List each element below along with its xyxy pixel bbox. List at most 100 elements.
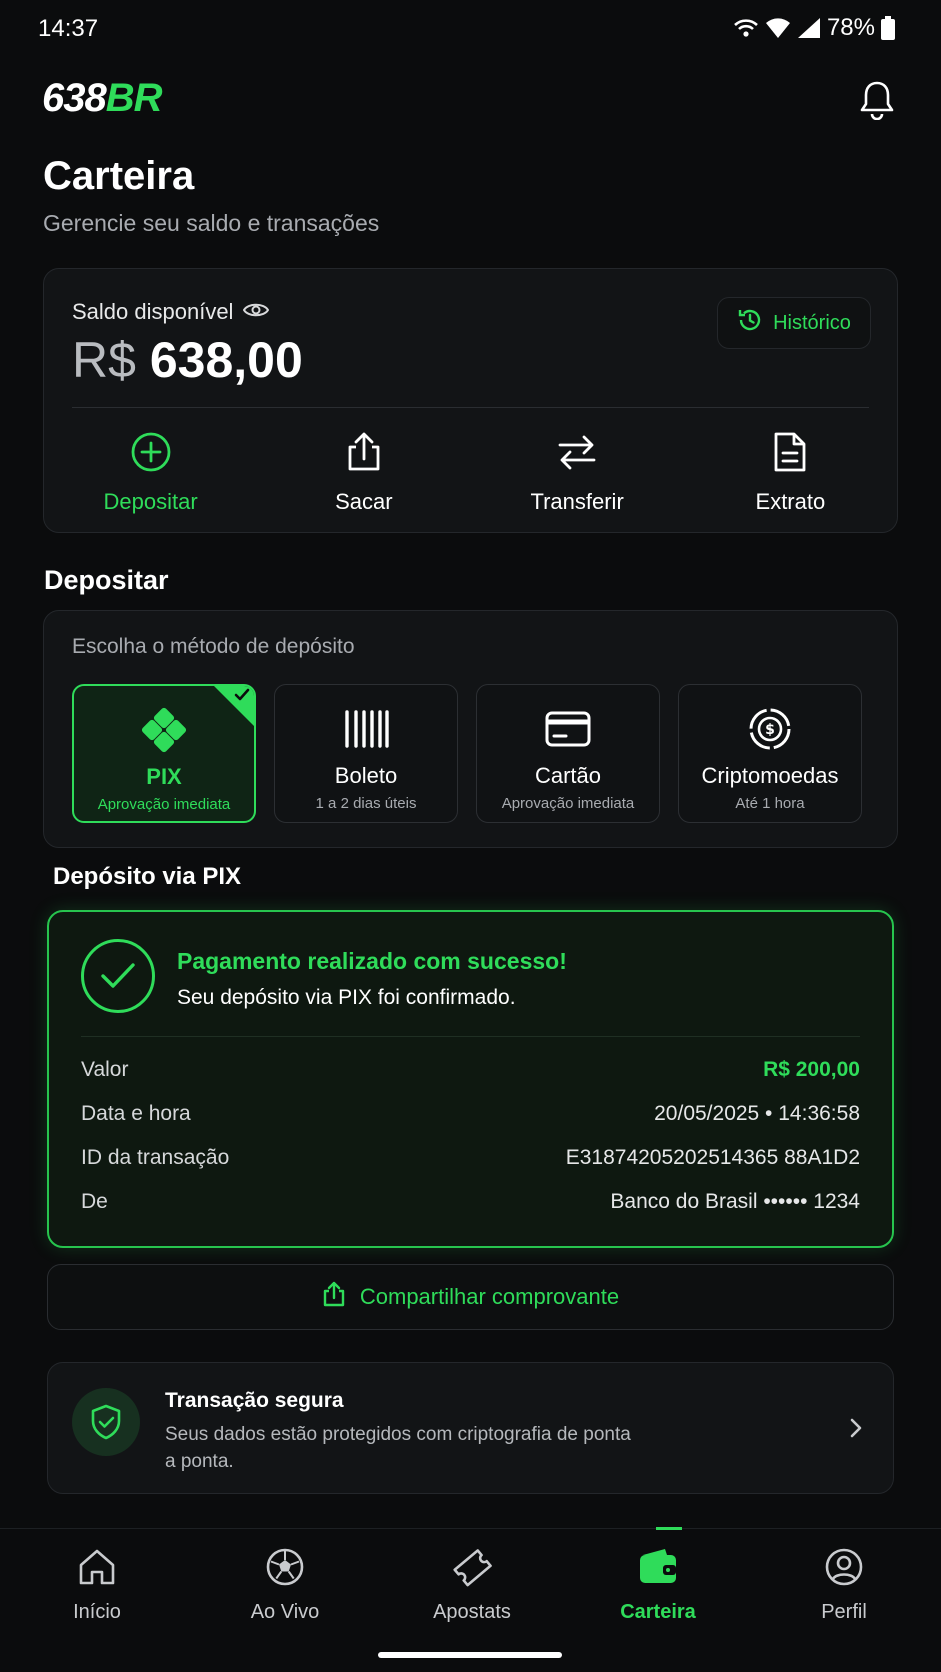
balance-label-row: Saldo disponível bbox=[72, 299, 270, 325]
detail-value: Banco do Brasil •••••• 1234 bbox=[610, 1190, 860, 1213]
status-time: 14:37 bbox=[38, 15, 99, 42]
signal-icon bbox=[797, 17, 821, 39]
history-icon bbox=[737, 307, 763, 339]
battery-percent: 78% bbox=[826, 14, 875, 41]
logo-number: 638 bbox=[42, 76, 107, 120]
user-icon bbox=[824, 1545, 864, 1589]
active-tab-indicator bbox=[656, 1527, 682, 1530]
action-label: Sacar bbox=[335, 489, 393, 514]
secure-text: Seus dados estão protegidos com criptogr… bbox=[165, 1424, 631, 1472]
nav-label: Início bbox=[73, 1601, 121, 1623]
method-name: Cartão bbox=[534, 763, 602, 788]
balance-currency: R$ bbox=[72, 332, 136, 388]
balance-value: 638,00 bbox=[149, 332, 303, 388]
detail-key: Valor bbox=[81, 1058, 129, 1081]
success-title: Pagamento realizado com sucesso! bbox=[177, 948, 567, 974]
check-icon bbox=[233, 687, 251, 708]
deposit-method-hint: Escolha o método de depósito bbox=[72, 635, 355, 658]
nav-item-perfil[interactable]: Perfil bbox=[774, 1545, 914, 1624]
history-label: Histórico bbox=[773, 311, 851, 334]
method-name: Criptomoedas bbox=[701, 763, 839, 788]
success-subtitle: Seu depósito via PIX foi confirmado. bbox=[177, 986, 516, 1009]
action-label: Depositar bbox=[103, 489, 198, 514]
action-label: Transferir bbox=[530, 489, 624, 514]
logo-suffix: BR bbox=[105, 76, 163, 120]
detail-key: ID da transação bbox=[81, 1146, 230, 1169]
detail-row-id: ID da transação E31874205202514365 88A1D… bbox=[81, 1146, 860, 1190]
share-icon bbox=[322, 1281, 346, 1313]
crypto-icon: $ bbox=[747, 707, 793, 751]
pix-success-card: Pagamento realizado com sucesso! Seu dep… bbox=[47, 910, 894, 1248]
transaction-details: Valor R$ 200,00 Data e hora 20/05/2025 •… bbox=[81, 1058, 860, 1234]
history-button[interactable]: Histórico bbox=[717, 297, 871, 349]
nav-item-ao-vivo[interactable]: Ao Vivo bbox=[215, 1545, 355, 1624]
detail-value: E31874205202514365 88A1D2 bbox=[565, 1146, 860, 1169]
secure-transaction-card[interactable]: Transação segura Seus dados estão proteg… bbox=[47, 1362, 894, 1494]
shield-icon bbox=[72, 1388, 140, 1456]
detail-value: 20/05/2025 • 14:36:58 bbox=[654, 1102, 860, 1125]
method-name: PIX bbox=[146, 764, 182, 789]
bell-icon[interactable] bbox=[857, 78, 897, 121]
ticket-icon bbox=[451, 1545, 493, 1589]
chevron-right-icon bbox=[849, 1417, 863, 1444]
action-extrato[interactable]: Extrato bbox=[684, 429, 897, 515]
transfer-arrows-icon bbox=[554, 429, 600, 475]
action-label: Extrato bbox=[755, 489, 826, 514]
method-sub: Aprovação imediata bbox=[97, 796, 231, 813]
bottom-navigation: Início Ao Vivo Apostats Carteira Perfil bbox=[0, 1527, 941, 1672]
action-depositar[interactable]: Depositar bbox=[44, 429, 257, 515]
nav-item-apostas[interactable]: Apostats bbox=[402, 1545, 542, 1624]
wallet-actions: Depositar Sacar Transferir Extrato bbox=[44, 429, 897, 515]
wifi-icon bbox=[765, 17, 791, 39]
eye-icon[interactable] bbox=[243, 299, 270, 325]
deposit-section-title: Depositar bbox=[44, 565, 169, 595]
secure-title: Transação segura bbox=[165, 1389, 344, 1412]
balance-card: Saldo disponível R$ 638,00 Histórico Dep… bbox=[43, 268, 898, 533]
page-title: Carteira bbox=[43, 154, 195, 198]
nav-item-inicio[interactable]: Início bbox=[27, 1545, 167, 1624]
method-cartao[interactable]: Cartão Aprovação imediata bbox=[476, 684, 660, 823]
share-receipt-button[interactable]: Compartilhar comprovante bbox=[47, 1264, 894, 1330]
action-transferir[interactable]: Transferir bbox=[471, 429, 684, 515]
balance-label: Saldo disponível bbox=[72, 299, 234, 324]
soccer-ball-icon bbox=[265, 1545, 305, 1589]
nav-label: Ao Vivo bbox=[250, 1601, 320, 1623]
detail-row-de: De Banco do Brasil •••••• 1234 bbox=[81, 1190, 860, 1234]
detail-row-valor: Valor R$ 200,00 bbox=[81, 1058, 860, 1102]
method-boleto[interactable]: Boleto 1 a 2 dias úteis bbox=[274, 684, 458, 823]
status-icons: 78% bbox=[733, 14, 895, 42]
detail-row-data: Data e hora 20/05/2025 • 14:36:58 bbox=[81, 1102, 860, 1146]
nav-label: Carteira bbox=[620, 1601, 696, 1623]
pix-section-title: Depósito via PIX bbox=[53, 863, 242, 890]
upload-icon bbox=[341, 429, 387, 475]
status-bar: 14:37 78% bbox=[0, 0, 941, 56]
detail-value: R$ 200,00 bbox=[763, 1058, 860, 1081]
svg-text:$: $ bbox=[765, 722, 775, 738]
deposit-method-card: Escolha o método de depósito PIX Aprovaç… bbox=[43, 610, 898, 848]
method-sub: Aprovação imediata bbox=[501, 795, 635, 812]
method-pix[interactable]: PIX Aprovação imediata bbox=[72, 684, 256, 823]
method-sub: Até 1 hora bbox=[735, 795, 805, 812]
home-indicator[interactable] bbox=[378, 1652, 562, 1658]
divider bbox=[72, 407, 869, 408]
card-icon bbox=[544, 707, 592, 751]
hotspot-icon bbox=[733, 17, 759, 39]
divider bbox=[81, 1036, 860, 1037]
deposit-methods: PIX Aprovação imediata Boleto 1 a 2 dias… bbox=[72, 684, 862, 823]
home-icon bbox=[77, 1545, 117, 1589]
method-sub: 1 a 2 dias úteis bbox=[315, 795, 417, 812]
nav-label: Perfil bbox=[821, 1601, 867, 1623]
share-label: Compartilhar comprovante bbox=[359, 1284, 620, 1309]
nav-item-carteira[interactable]: Carteira bbox=[588, 1545, 728, 1624]
barcode-icon bbox=[343, 707, 389, 751]
battery-icon bbox=[881, 16, 895, 40]
method-cripto[interactable]: $ Criptomoedas Até 1 hora bbox=[678, 684, 862, 823]
detail-key: De bbox=[81, 1190, 108, 1213]
document-icon bbox=[767, 429, 813, 475]
success-check-icon bbox=[81, 939, 155, 1013]
wallet-icon bbox=[637, 1545, 679, 1589]
brand-logo[interactable]: 638BR bbox=[42, 76, 163, 121]
page-subtitle: Gerencie seu saldo e transações bbox=[43, 210, 380, 236]
balance-amount: R$ 638,00 bbox=[72, 331, 303, 389]
action-sacar[interactable]: Sacar bbox=[257, 429, 470, 515]
